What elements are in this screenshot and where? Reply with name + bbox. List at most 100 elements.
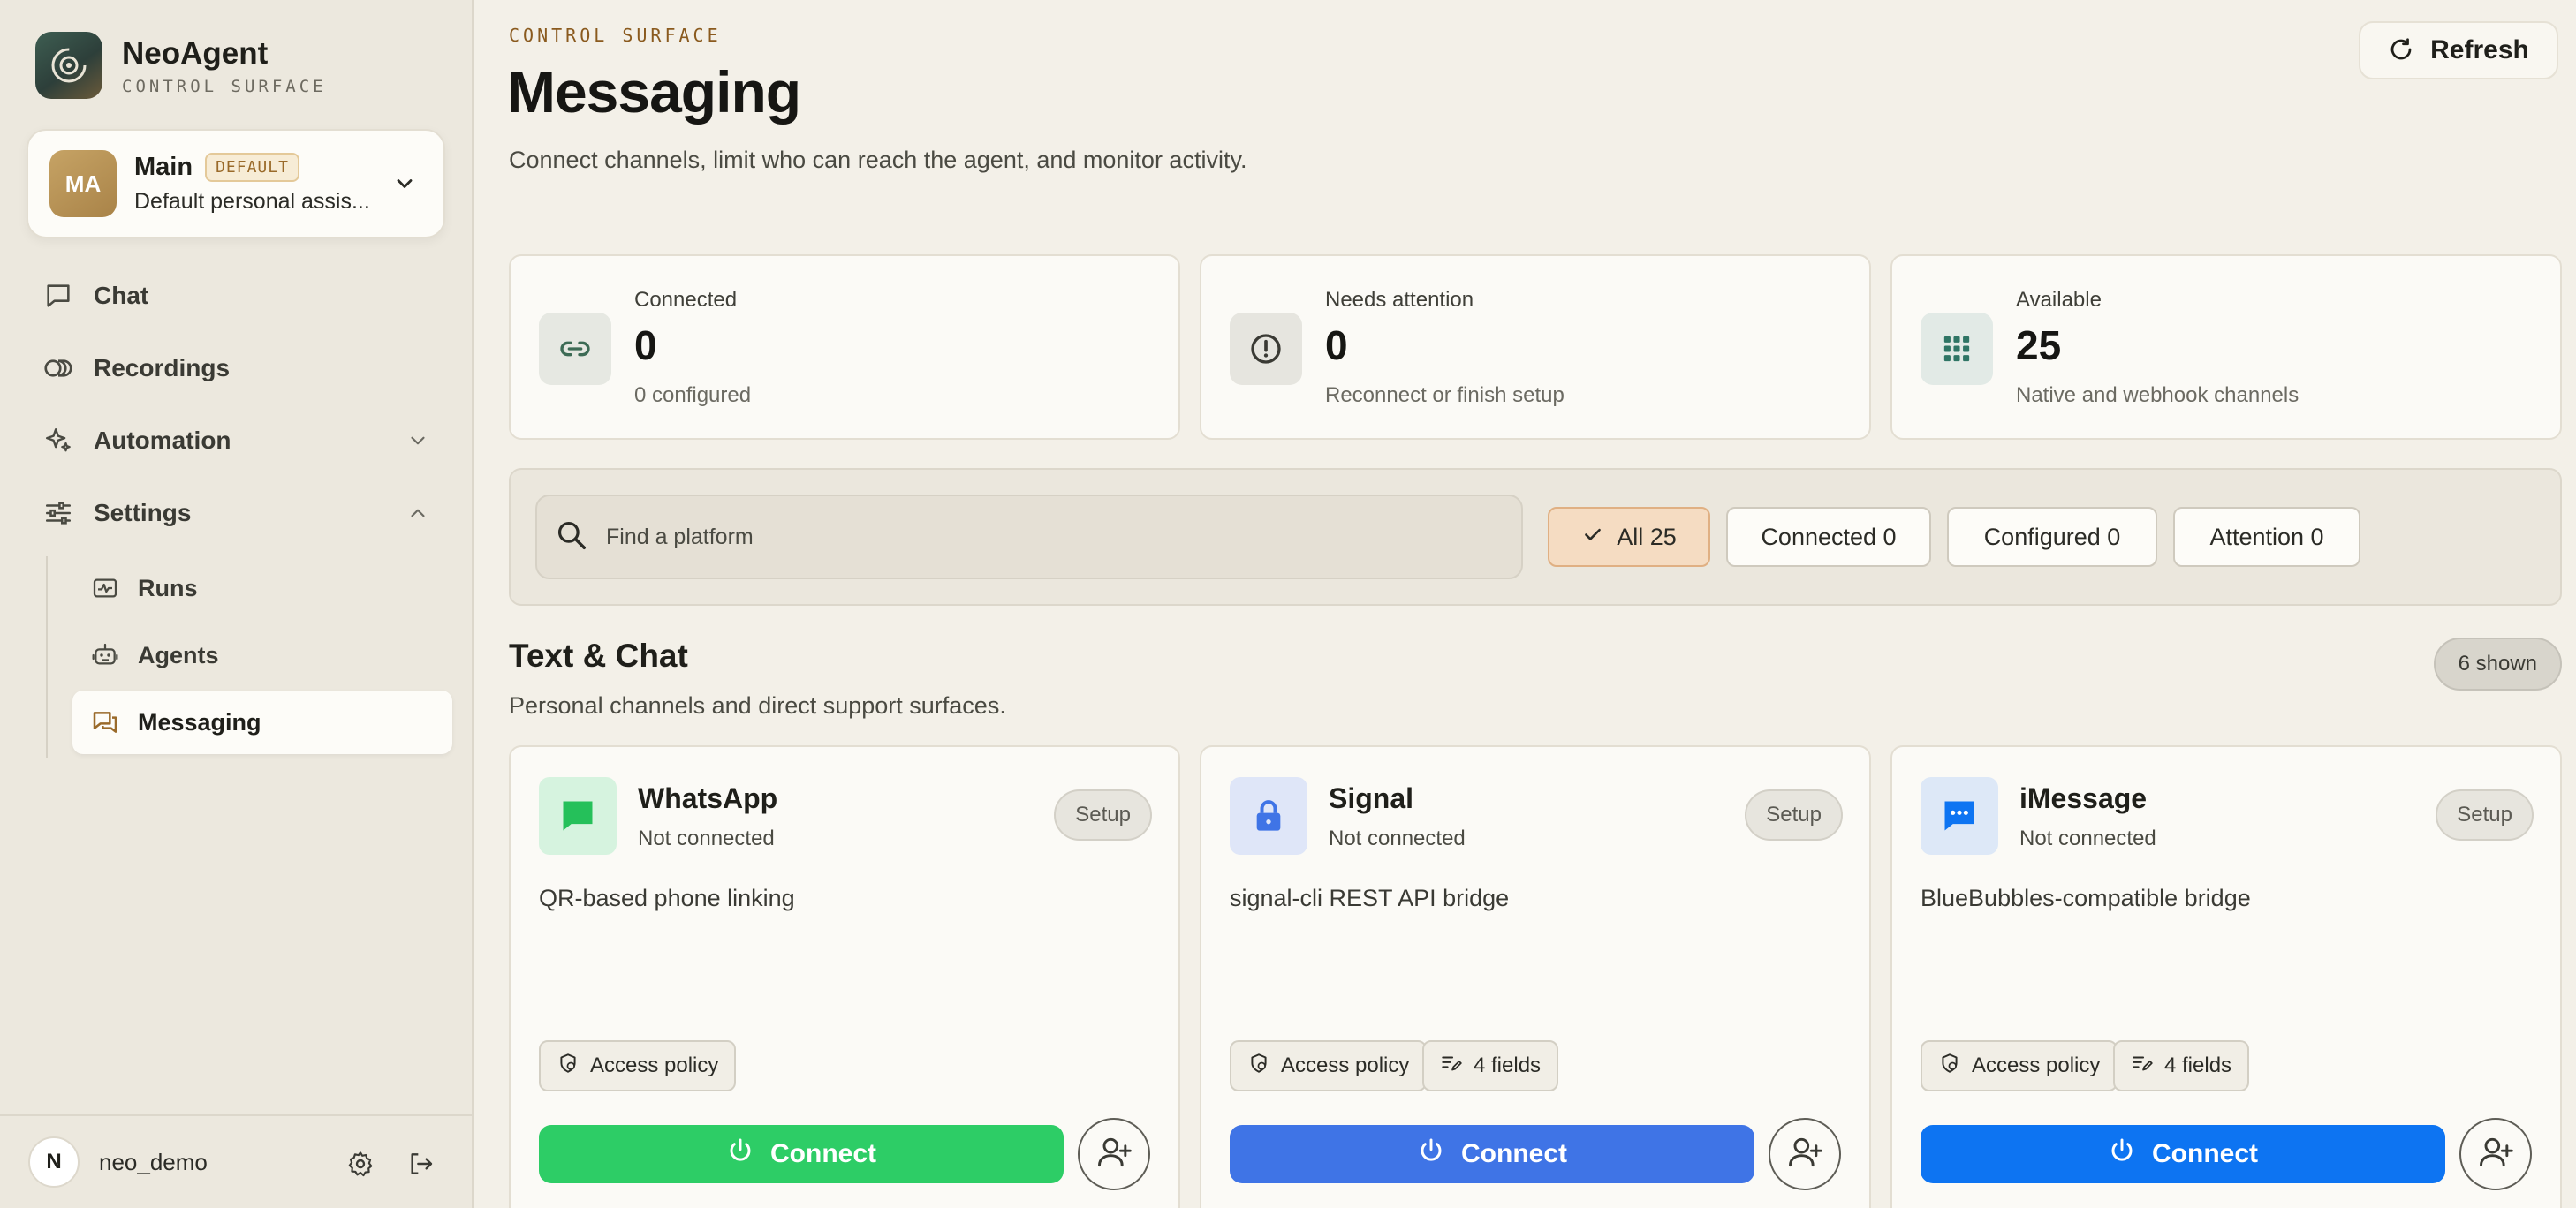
power-icon	[2108, 1136, 2136, 1172]
connect-button[interactable]: Connect	[1230, 1125, 1754, 1183]
brand-logo-icon	[35, 32, 102, 99]
chat-bubble-icon	[42, 280, 74, 312]
stat-value: 25	[2016, 322, 2062, 368]
stat-card-attention: Needs attention 0 Reconnect or finish se…	[1200, 254, 1871, 440]
sidebar-item-label: Messaging	[138, 708, 261, 736]
stat-value: 0	[1325, 322, 1348, 368]
nav-item-chat[interactable]: Chat	[27, 265, 447, 327]
refresh-icon	[2388, 36, 2414, 65]
platform-name: WhatsApp	[638, 782, 778, 814]
nav-item-label: Automation	[94, 427, 231, 454]
search-box[interactable]	[535, 495, 1523, 579]
page-eyebrow: CONTROL SURFACE	[509, 25, 722, 46]
access-policy-button[interactable]: Access policy	[1921, 1040, 2118, 1091]
filter-chip-connected[interactable]: Connected 0	[1726, 507, 1931, 567]
filter-chip-label: Configured 0	[1983, 523, 2121, 550]
sidebar-item-agents[interactable]: Agents	[72, 623, 452, 687]
nav-item-label: Settings	[94, 499, 192, 526]
shown-count-badge: 6 shown	[2433, 638, 2562, 691]
chevron-down-icon[interactable]	[392, 171, 417, 200]
platform-status: Not connected	[638, 827, 775, 850]
filter-bar: All 25 Connected 0 Configured 0 Attentio…	[509, 468, 2562, 606]
nav-item-recordings[interactable]: Recordings	[27, 337, 447, 399]
nav-item-settings[interactable]: Settings	[27, 482, 447, 544]
logout-icon[interactable]	[406, 1150, 435, 1182]
avatar[interactable]: N	[28, 1136, 80, 1188]
setup-badge: Setup	[1054, 789, 1152, 841]
platform-description: BlueBubbles-compatible bridge	[1921, 885, 2251, 911]
fields-label: 4 fields	[1474, 1053, 1542, 1077]
power-icon	[1417, 1136, 1445, 1172]
user-name: neo_demo	[99, 1148, 208, 1175]
platform-card-signal: Signal Not connected Setup signal-cli RE…	[1200, 745, 1871, 1208]
connect-button[interactable]: Connect	[1921, 1125, 2445, 1183]
nav-item-automation[interactable]: Automation	[27, 410, 447, 472]
nav-item-label: Chat	[94, 282, 149, 309]
access-policy-label: Access policy	[590, 1053, 719, 1077]
add-contact-button[interactable]	[2459, 1118, 2532, 1190]
shield-icon	[1247, 1052, 1270, 1081]
recordings-icon	[42, 352, 74, 384]
connect-button[interactable]: Connect	[539, 1125, 1064, 1183]
sidebar-item-runs[interactable]: Runs	[72, 556, 452, 620]
platform-status: Not connected	[2019, 827, 2156, 850]
link-icon	[539, 313, 611, 385]
stat-value: 0	[634, 322, 657, 368]
sidebar-item-label: Runs	[138, 574, 198, 601]
refresh-button[interactable]: Refresh	[2359, 21, 2558, 79]
access-policy-label: Access policy	[1972, 1053, 2101, 1077]
agent-switcher[interactable]: MA Main DEFAULT Default personal assis..…	[27, 129, 445, 238]
imessage-icon	[1921, 777, 1998, 855]
settings-subnav: Runs Agents Messaging	[46, 556, 452, 758]
page-subtitle: Connect channels, limit who can reach th…	[509, 147, 1247, 173]
filter-chip-label: Attention 0	[2209, 523, 2324, 550]
search-input[interactable]	[606, 524, 1489, 550]
add-contact-button[interactable]	[1769, 1118, 1841, 1190]
platform-card-whatsapp: WhatsApp Not connected Setup QR-based ph…	[509, 745, 1180, 1208]
filter-chip-label: Connected 0	[1761, 523, 1897, 550]
chevron-down-icon	[406, 429, 429, 457]
edit-list-icon	[2131, 1052, 2154, 1081]
user-bar: N neo_demo	[0, 1114, 472, 1208]
brand: NeoAgent CONTROL SURFACE	[35, 32, 327, 99]
section-title: Text & Chat	[509, 638, 688, 674]
agent-description: Default personal assis...	[134, 189, 370, 214]
agent-default-badge: DEFAULT	[205, 153, 299, 182]
fields-label: 4 fields	[2164, 1053, 2232, 1077]
search-icon	[555, 518, 588, 556]
filter-chip-configured[interactable]: Configured 0	[1947, 507, 2157, 567]
section-subtitle: Personal channels and direct support sur…	[509, 692, 1006, 719]
messages-icon	[90, 707, 120, 737]
stat-label: Available	[2016, 288, 2102, 312]
robot-icon	[90, 640, 120, 670]
stat-label: Connected	[634, 288, 738, 312]
gear-icon[interactable]	[346, 1150, 375, 1182]
agent-avatar: MA	[49, 150, 117, 217]
refresh-label: Refresh	[2430, 35, 2529, 64]
lock-icon	[1230, 777, 1307, 855]
filter-chip-attention[interactable]: Attention 0	[2173, 507, 2360, 567]
activity-icon	[90, 573, 120, 603]
add-contact-button[interactable]	[1078, 1118, 1150, 1190]
stat-note: 0 configured	[634, 383, 752, 407]
fields-button[interactable]: 4 fields	[1422, 1040, 1559, 1091]
platform-description: QR-based phone linking	[539, 885, 795, 911]
platform-card-imessage: iMessage Not connected Setup BlueBubbles…	[1890, 745, 2562, 1208]
filter-chip-label: All 25	[1617, 523, 1677, 550]
stat-note: Native and webhook channels	[2016, 383, 2299, 407]
stat-card-available: Available 25 Native and webhook channels	[1890, 254, 2562, 440]
user-plus-icon	[2476, 1133, 2515, 1176]
access-policy-button[interactable]: Access policy	[539, 1040, 737, 1091]
fields-button[interactable]: 4 fields	[2113, 1040, 2250, 1091]
platform-description: signal-cli REST API bridge	[1230, 885, 1510, 911]
whatsapp-icon	[539, 777, 617, 855]
stat-note: Reconnect or finish setup	[1325, 383, 1565, 407]
alert-circle-icon	[1230, 313, 1302, 385]
filter-chip-all[interactable]: All 25	[1548, 507, 1710, 567]
platform-name: Signal	[1329, 782, 1414, 814]
stat-card-connected: Connected 0 0 configured	[509, 254, 1180, 440]
access-policy-button[interactable]: Access policy	[1230, 1040, 1428, 1091]
sidebar-item-messaging[interactable]: Messaging	[72, 691, 452, 754]
main-nav: Chat Recordings Automation Settings	[27, 265, 447, 555]
edit-list-icon	[1440, 1052, 1463, 1081]
